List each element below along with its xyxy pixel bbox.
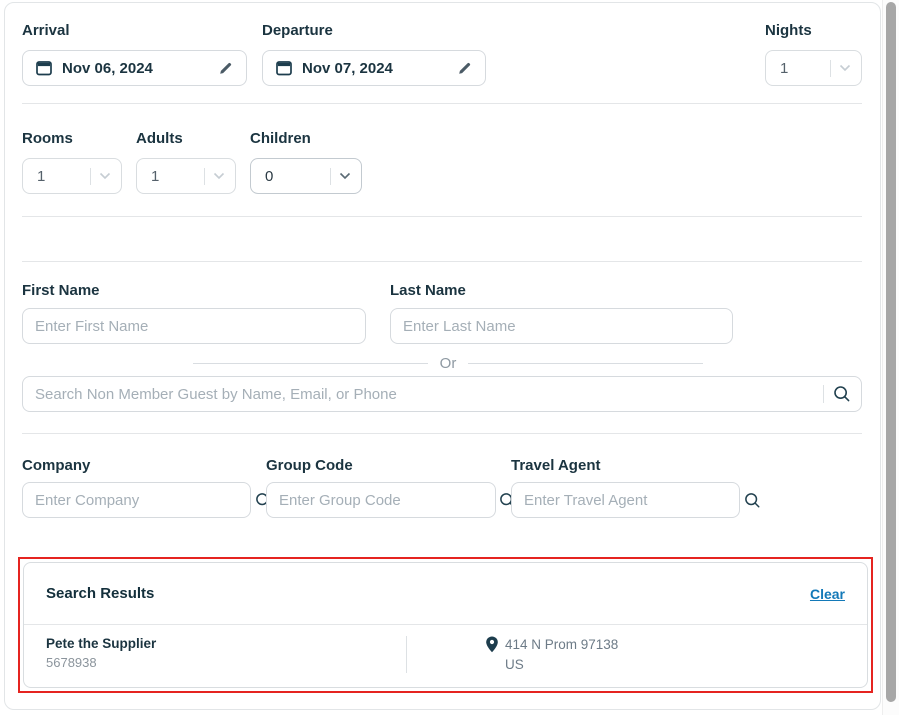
arrival-date-value: Nov 06, 2024 [62, 60, 153, 77]
search-icon[interactable] [744, 492, 761, 509]
children-value: 0 [265, 168, 330, 185]
travel-agent-search [511, 482, 740, 518]
adults-select[interactable]: 1 [136, 158, 236, 194]
arrival-date-field[interactable]: Nov 06, 2024 [22, 50, 247, 86]
search-results-title: Search Results [46, 585, 154, 602]
calendar-icon [35, 59, 53, 77]
arrival-label: Arrival [22, 22, 70, 39]
rooms-label: Rooms [22, 130, 73, 147]
or-divider: Or [193, 355, 703, 372]
last-name-label: Last Name [390, 282, 466, 299]
nights-select[interactable]: 1 [765, 50, 862, 86]
rooms-value: 1 [37, 168, 90, 185]
group-code-input[interactable] [267, 483, 490, 517]
children-select[interactable]: 0 [250, 158, 362, 194]
group-code-search [266, 482, 496, 518]
company-input[interactable] [23, 483, 246, 517]
search-results-header: Search Results Clear [24, 563, 867, 624]
or-divider-label: Or [440, 355, 457, 372]
nights-value: 1 [780, 60, 830, 77]
location-pin-icon [485, 636, 499, 653]
section-divider [22, 103, 862, 104]
non-member-guest-search-input[interactable] [23, 377, 823, 411]
search-results-card: Search Results Clear Pete the Supplier 5… [23, 562, 868, 688]
travel-agent-input[interactable] [512, 483, 735, 517]
result-address-line1: 414 N Prom 97138 [505, 637, 618, 652]
travel-agent-label: Travel Agent [511, 457, 600, 474]
nights-label: Nights [765, 22, 812, 39]
group-code-label: Group Code [266, 457, 353, 474]
search-icon[interactable] [833, 385, 851, 403]
search-results-highlight: Search Results Clear Pete the Supplier 5… [18, 557, 873, 693]
chevron-down-icon [99, 172, 111, 180]
edit-pencil-icon[interactable] [457, 60, 473, 76]
rooms-select[interactable]: 1 [22, 158, 122, 194]
chevron-down-icon [839, 64, 851, 72]
result-id: 5678938 [46, 655, 406, 670]
chevron-down-icon [213, 172, 225, 180]
section-divider [22, 433, 862, 434]
first-name-label: First Name [22, 282, 100, 299]
reservation-form-panel: Arrival Nov 06, 2024 Departure Nov 07, 2… [4, 2, 881, 710]
departure-date-field[interactable]: Nov 07, 2024 [262, 50, 486, 86]
clear-results-link[interactable]: Clear [810, 586, 845, 602]
company-label: Company [22, 457, 90, 474]
vertical-scrollbar-thumb[interactable] [886, 2, 896, 702]
section-divider [22, 261, 862, 262]
non-member-guest-search [22, 376, 862, 412]
departure-date-value: Nov 07, 2024 [302, 60, 393, 77]
adults-label: Adults [136, 130, 183, 147]
result-divider [406, 636, 407, 673]
vertical-scrollbar-track[interactable] [882, 0, 899, 715]
adults-value: 1 [151, 168, 204, 185]
search-result-row[interactable]: Pete the Supplier 5678938 414 N Prom 971… [24, 625, 867, 687]
children-label: Children [250, 130, 311, 147]
section-divider [22, 216, 862, 217]
result-name: Pete the Supplier [46, 636, 406, 651]
chevron-down-icon [339, 172, 351, 180]
first-name-input[interactable] [22, 308, 366, 344]
departure-label: Departure [262, 22, 333, 39]
result-address-line2: US [505, 657, 618, 672]
company-search [22, 482, 251, 518]
edit-pencil-icon[interactable] [218, 60, 234, 76]
last-name-input[interactable] [390, 308, 733, 344]
calendar-icon [275, 59, 293, 77]
